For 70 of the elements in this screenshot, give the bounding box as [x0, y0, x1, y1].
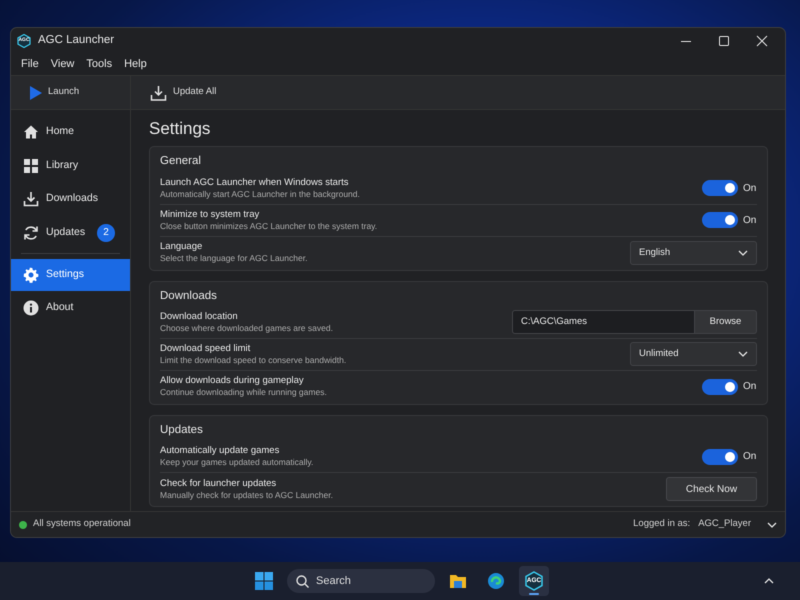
- setting-description: Keep your games updated automatically.: [160, 457, 314, 468]
- setting-label: Minimize to system tray: [160, 208, 260, 221]
- chevron-up-icon: [764, 578, 774, 584]
- setting-label: Check for launcher updates: [160, 478, 278, 490]
- menu-item[interactable]: File: [15, 54, 45, 75]
- setting-description: Select the language for AGC Launcher.: [160, 253, 308, 264]
- sidebar-item[interactable]: Updates 2: [11, 216, 130, 248]
- status-dot: [19, 520, 27, 528]
- check-now-button[interactable]: Check Now: [666, 477, 757, 502]
- menu-item[interactable]: View: [44, 54, 80, 75]
- setting-description: Choose where downloaded games are saved.: [160, 322, 334, 334]
- count-badge: 2: [97, 224, 115, 242]
- page-title: Settings: [149, 119, 212, 140]
- toggle-switch[interactable]: [702, 448, 738, 465]
- search-icon: [296, 574, 309, 588]
- toggle-state-label: On: [743, 380, 757, 394]
- setting-label: Launch AGC Launcher when Windows starts: [160, 176, 350, 189]
- setting-description: Manually check for updates to AGC Launcher.: [160, 490, 334, 501]
- window-title: AGC Launcher: [38, 33, 114, 48]
- setting-description: Automatically start AGC Launcher in the background.: [160, 188, 361, 200]
- setting-description: Close button minimizes AGC Launcher to the system tray.: [160, 220, 378, 232]
- launch-button[interactable]: Launch: [27, 83, 82, 102]
- browser-icon: [487, 572, 505, 590]
- sidebar-item[interactable]: Home: [11, 116, 130, 148]
- setting-label: Download location: [160, 310, 239, 323]
- toggle-switch[interactable]: [702, 180, 738, 196]
- setting-label: Download speed limit: [160, 342, 252, 355]
- menu-item[interactable]: Tools: [80, 54, 118, 75]
- toggle-state-label: On: [743, 214, 757, 228]
- dropdown[interactable]: Unlimited: [630, 342, 757, 366]
- menu-item[interactable]: Help: [118, 54, 153, 75]
- chevron-down-icon: [767, 522, 777, 528]
- download-icon: [23, 191, 39, 207]
- toggle-state-label: On: [743, 182, 757, 196]
- gear-icon: [23, 266, 39, 282]
- path-field[interactable]: C:\AGC\Games: [512, 310, 695, 334]
- chevron-down-icon: [738, 351, 748, 358]
- status-text: All systems operational: [33, 517, 131, 532]
- dropdown[interactable]: English: [630, 240, 757, 265]
- info-icon: [23, 300, 39, 316]
- download-icon: [150, 84, 167, 100]
- setting-label: Allow downloads during gameplay: [160, 375, 305, 388]
- update-all-button[interactable]: Update All: [147, 82, 220, 102]
- refresh-icon: [23, 224, 39, 240]
- section-title: Updates: [160, 422, 204, 438]
- setting-description: Continue downloading while running games.: [160, 387, 328, 398]
- sidebar-item[interactable]: About: [11, 292, 130, 324]
- sidebar-item[interactable]: Library: [11, 150, 130, 182]
- setting-label: Automatically update games: [160, 445, 280, 458]
- account-menu[interactable]: Logged in as: AGC_Player: [633, 517, 777, 532]
- chevron-down-icon: [738, 250, 748, 256]
- sidebar-item[interactable]: Downloads: [11, 183, 130, 215]
- minimize-icon: [680, 40, 692, 42]
- sidebar-item[interactable]: Settings: [11, 258, 130, 290]
- taskbar-search[interactable]: Search: [287, 569, 435, 593]
- close-icon: [756, 35, 768, 47]
- section-title: Downloads: [160, 288, 218, 304]
- windows-logo-icon: [255, 572, 273, 590]
- folder-icon: [449, 572, 467, 590]
- browse-button[interactable]: Browse: [695, 310, 757, 334]
- maximize-icon: [718, 35, 730, 47]
- toggle-switch[interactable]: [702, 378, 738, 395]
- section-title: General: [160, 154, 202, 170]
- setting-description: Limit the download speed to conserve bandwidth.: [160, 354, 348, 366]
- home-icon: [23, 124, 39, 140]
- toggle-state-label: On: [743, 450, 757, 464]
- setting-label: Language: [160, 241, 204, 254]
- toggle-switch[interactable]: [702, 212, 738, 228]
- play-icon: [30, 86, 42, 100]
- grid-icon: [23, 158, 39, 174]
